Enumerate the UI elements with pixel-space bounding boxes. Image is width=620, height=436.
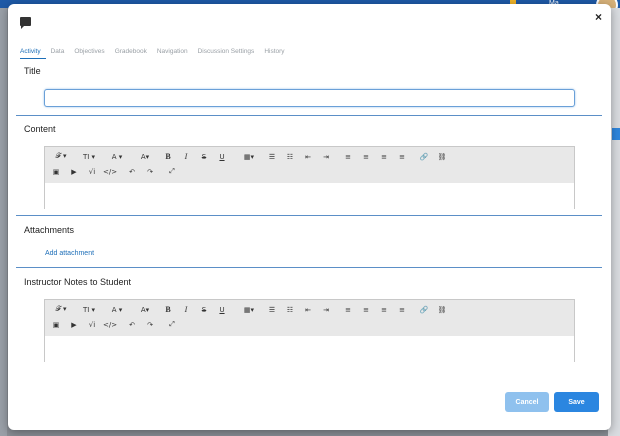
bg-color-button[interactable]: A▾ [133, 150, 157, 163]
numbered-list-icon[interactable]: ☷ [283, 303, 297, 316]
tab-discussion-settings[interactable]: Discussion Settings [198, 48, 260, 59]
align-right-icon[interactable]: ≡ [377, 150, 391, 163]
bold-button[interactable]: B [161, 303, 175, 316]
font-family-button[interactable]: 𝓕 ▾ [49, 303, 73, 316]
font-family-button[interactable]: 𝓕 ▾ [49, 150, 73, 163]
tab-gradebook[interactable]: Gradebook [115, 48, 152, 59]
link-icon[interactable]: 🔗 [417, 150, 431, 163]
bold-button[interactable]: B [161, 150, 175, 163]
image-icon[interactable]: ▣ [49, 318, 63, 331]
notes-label: Instructor Notes to Student [24, 277, 132, 287]
tab-navigation[interactable]: Navigation [157, 48, 193, 59]
divider [16, 267, 602, 268]
justify-icon[interactable]: ≡ [395, 150, 409, 163]
content-editor: 𝓕 ▾ TI ▾ A ▾ A▾ B I S U ▦▾ ☰ ☷ ⇤ ⇥ ≡ ≡ ≡… [44, 146, 575, 209]
activity-modal: × Activity Data Objectives Gradebook Nav… [8, 4, 611, 430]
fullscreen-icon[interactable]: ⤢ [165, 318, 179, 331]
underline-button[interactable]: U [215, 303, 229, 316]
text-color-button[interactable]: A ▾ [105, 150, 129, 163]
notes-editor: 𝓕 ▾ TI ▾ A ▾ A▾ B I S U ▦▾ ☰ ☷ ⇤ ⇥ ≡ ≡ ≡… [44, 299, 575, 362]
align-center-icon[interactable]: ≡ [359, 303, 373, 316]
bullet-list-icon[interactable]: ☰ [265, 303, 279, 316]
link-icon[interactable]: 🔗 [417, 303, 431, 316]
math-icon[interactable]: √i [85, 318, 99, 331]
table-button[interactable]: ▦▾ [237, 303, 261, 316]
unlink-icon[interactable]: ⛓ [435, 150, 449, 163]
fullscreen-icon[interactable]: ⤢ [165, 165, 179, 178]
italic-button[interactable]: I [179, 303, 193, 316]
add-attachment-link[interactable]: Add attachment [45, 250, 94, 257]
video-icon[interactable]: ▶ [67, 165, 81, 178]
undo-icon[interactable]: ↶ [125, 165, 139, 178]
underline-button[interactable]: U [215, 150, 229, 163]
tab-activity[interactable]: Activity [20, 48, 46, 59]
justify-icon[interactable]: ≡ [395, 303, 409, 316]
cancel-button[interactable]: Cancel [505, 392, 549, 412]
math-icon[interactable]: √i [85, 165, 99, 178]
numbered-list-icon[interactable]: ☷ [283, 150, 297, 163]
outdent-icon[interactable]: ⇤ [301, 303, 315, 316]
content-text-area[interactable] [45, 183, 574, 209]
undo-icon[interactable]: ↶ [125, 318, 139, 331]
editor-toolbar: 𝓕 ▾ TI ▾ A ▾ A▾ B I S U ▦▾ ☰ ☷ ⇤ ⇥ ≡ ≡ ≡… [45, 147, 574, 183]
editor-toolbar: 𝓕 ▾ TI ▾ A ▾ A▾ B I S U ▦▾ ☰ ☷ ⇤ ⇥ ≡ ≡ ≡… [45, 300, 574, 336]
indent-icon[interactable]: ⇥ [319, 303, 333, 316]
comment-icon [20, 17, 31, 29]
outdent-icon[interactable]: ⇤ [301, 150, 315, 163]
notes-text-area[interactable] [45, 336, 574, 362]
align-right-icon[interactable]: ≡ [377, 303, 391, 316]
divider [16, 215, 602, 216]
title-label: Title [24, 66, 41, 76]
app-right-accent [612, 128, 620, 140]
tab-objectives[interactable]: Objectives [74, 48, 109, 59]
code-icon[interactable]: </> [103, 318, 117, 331]
tab-bar: Activity Data Objectives Gradebook Navig… [20, 48, 295, 59]
text-color-button[interactable]: A ▾ [105, 303, 129, 316]
strikethrough-button[interactable]: S [197, 150, 211, 163]
bullet-list-icon[interactable]: ☰ [265, 150, 279, 163]
bg-color-button[interactable]: A▾ [133, 303, 157, 316]
close-button[interactable]: × [595, 10, 602, 24]
content-label: Content [24, 124, 56, 134]
video-icon[interactable]: ▶ [67, 318, 81, 331]
app-sidebar [0, 8, 7, 436]
tab-history[interactable]: History [264, 48, 289, 59]
align-left-icon[interactable]: ≡ [341, 150, 355, 163]
title-input[interactable] [44, 89, 575, 107]
tab-data[interactable]: Data [51, 48, 70, 59]
unlink-icon[interactable]: ⛓ [435, 303, 449, 316]
strikethrough-button[interactable]: S [197, 303, 211, 316]
image-icon[interactable]: ▣ [49, 165, 63, 178]
align-left-icon[interactable]: ≡ [341, 303, 355, 316]
align-center-icon[interactable]: ≡ [359, 150, 373, 163]
font-size-button[interactable]: TI ▾ [77, 303, 101, 316]
font-size-button[interactable]: TI ▾ [77, 150, 101, 163]
code-icon[interactable]: </> [103, 165, 117, 178]
redo-icon[interactable]: ↷ [143, 318, 157, 331]
attachments-label: Attachments [24, 225, 75, 235]
redo-icon[interactable]: ↷ [143, 165, 157, 178]
divider [16, 115, 602, 116]
italic-button[interactable]: I [179, 150, 193, 163]
indent-icon[interactable]: ⇥ [319, 150, 333, 163]
table-button[interactable]: ▦▾ [237, 150, 261, 163]
save-button[interactable]: Save [554, 392, 599, 412]
